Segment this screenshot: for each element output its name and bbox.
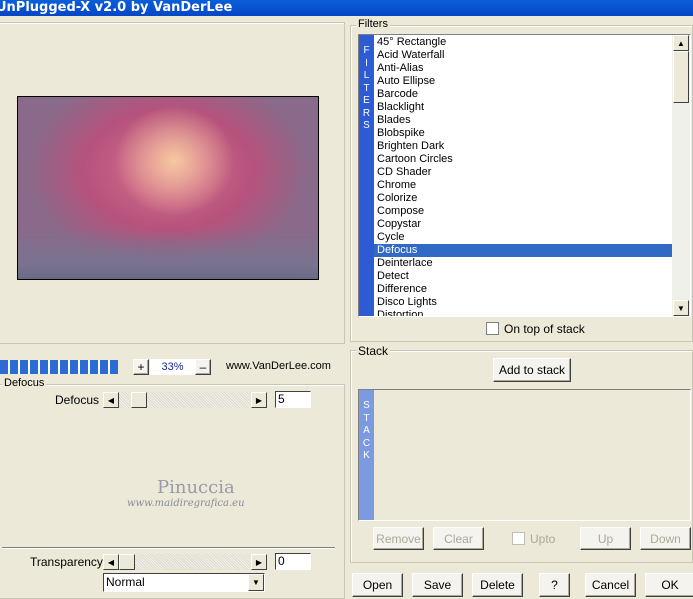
defocus-slider[interactable] — [119, 392, 251, 408]
filter-item[interactable]: Blades — [374, 114, 672, 127]
filter-item[interactable]: Disco Lights — [374, 296, 672, 309]
divider — [2, 547, 335, 549]
save-button[interactable]: Save — [412, 573, 463, 597]
preview-image[interactable] — [17, 96, 319, 280]
transparency-slider[interactable] — [119, 554, 251, 570]
delete-button[interactable]: Delete — [472, 573, 523, 597]
filter-item[interactable]: Blacklight — [374, 101, 672, 114]
filters-band: FILTERS — [359, 35, 374, 316]
transparency-right-arrow[interactable]: ▶ — [251, 554, 267, 570]
on-top-checkbox[interactable] — [486, 322, 499, 335]
zoom-in-button[interactable]: + — [133, 359, 149, 375]
filters-scrollbar[interactable]: ▲ ▼ — [672, 35, 690, 316]
filter-item[interactable]: Brighten Dark — [374, 140, 672, 153]
up-button[interactable]: Up — [580, 527, 631, 550]
blend-mode-select[interactable]: Normal ▼ — [103, 573, 265, 592]
filter-item[interactable]: Chrome — [374, 179, 672, 192]
help-button[interactable]: ? — [539, 573, 570, 597]
transparency-value-input[interactable]: 0 — [275, 553, 311, 570]
filter-item[interactable]: CD Shader — [374, 166, 672, 179]
filters-group-label: Filters — [356, 18, 390, 30]
window-title: UnPlugged-X v2.0 by VanDerLee — [0, 0, 233, 15]
filter-item[interactable]: Blobspike — [374, 127, 672, 140]
scroll-up-arrow[interactable]: ▲ — [673, 35, 689, 51]
open-button[interactable]: Open — [352, 573, 403, 597]
progress-bar — [0, 360, 118, 374]
stack-list[interactable]: STACK — [358, 389, 691, 521]
on-top-label: On top of stack — [504, 322, 585, 336]
filter-item[interactable]: Barcode — [374, 88, 672, 101]
filter-items: 45° Rectangle Acid Waterfall Anti-Alias Aut… — [374, 36, 672, 316]
clear-button[interactable]: Clear — [433, 527, 484, 550]
transparency-left-arrow[interactable]: ◀ — [103, 554, 119, 570]
scroll-down-arrow[interactable]: ▼ — [673, 300, 689, 316]
filter-item[interactable]: Colorize — [374, 192, 672, 205]
filter-item[interactable]: Compose — [374, 205, 672, 218]
filter-item[interactable]: Cycle — [374, 231, 672, 244]
filters-band-label: FILTERS — [362, 45, 371, 131]
add-to-stack-button[interactable]: Add to stack — [493, 358, 571, 382]
transparency-label: Transparency — [30, 555, 103, 569]
zoom-out-button[interactable]: – — [195, 359, 211, 375]
defocus-right-arrow[interactable]: ▶ — [251, 392, 267, 408]
vanderlee-link[interactable]: www.VanDerLee.com — [226, 360, 331, 372]
cancel-button[interactable]: Cancel — [585, 573, 636, 597]
zoom-level: 33% — [150, 359, 195, 375]
transparency-slider-thumb[interactable] — [119, 554, 135, 570]
blend-mode-value: Normal — [106, 575, 145, 589]
down-button[interactable]: Down — [640, 527, 691, 550]
ok-button[interactable]: OK — [645, 573, 693, 597]
filter-item[interactable]: Copystar — [374, 218, 672, 231]
defocus-slider-thumb[interactable] — [131, 392, 147, 408]
filter-item[interactable]: 45° Rectangle — [374, 36, 672, 49]
params-group-label: Defocus — [2, 377, 47, 389]
upto-label: Upto — [530, 532, 556, 546]
filter-item[interactable]: Acid Waterfall — [374, 49, 672, 62]
upto-checkbox[interactable] — [512, 532, 525, 545]
filter-item[interactable]: Auto Ellipse — [374, 75, 672, 88]
defocus-label: Defocus — [55, 393, 100, 407]
filter-item[interactable]: Difference — [374, 283, 672, 296]
filter-item[interactable]: Cartoon Circles — [374, 153, 672, 166]
stack-band-label: STACK — [362, 400, 371, 461]
filter-item[interactable]: Deinterlace — [374, 257, 672, 270]
stack-band: STACK — [359, 390, 374, 520]
defocus-value-input[interactable]: 5 — [275, 391, 311, 408]
filter-item[interactable]: Defocus — [374, 244, 672, 257]
defocus-left-arrow[interactable]: ◀ — [103, 392, 119, 408]
watermark-name: Pinuccia — [157, 477, 235, 498]
watermark-url: www.maidiregrafica.eu — [127, 498, 245, 509]
filter-item[interactable]: Distortion — [374, 309, 672, 316]
scroll-thumb[interactable] — [673, 51, 689, 103]
title-bar: UnPlugged-X v2.0 by VanDerLee — [0, 0, 693, 16]
filter-item[interactable]: Detect — [374, 270, 672, 283]
stack-group-label: Stack — [356, 344, 391, 358]
remove-button[interactable]: Remove — [373, 527, 424, 550]
filter-item[interactable]: Anti-Alias — [374, 62, 672, 75]
filters-list[interactable]: FILTERS 45° Rectangle Acid Waterfall Anti-… — [358, 34, 691, 317]
chevron-down-icon[interactable]: ▼ — [248, 574, 264, 591]
